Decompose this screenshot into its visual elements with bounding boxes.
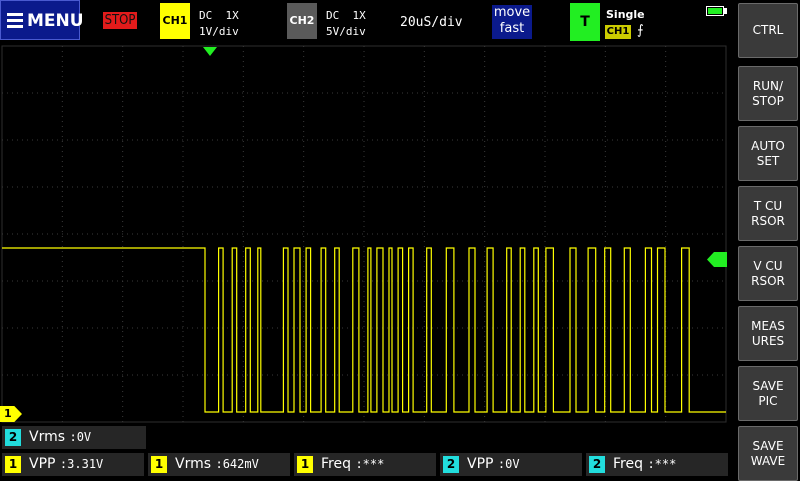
measurement-ch2-freq[interactable]: 2 Freq :*** [586,453,728,476]
save-pic-button[interactable]: SAVE PIC [738,366,798,421]
measurement-value: :0V [497,457,520,471]
menu-button[interactable]: MENU [0,0,84,40]
ch2-scale: 5V/div [326,25,366,38]
volt-cursor-button[interactable]: V CU RSOR [738,246,798,301]
measurement-name: VPP [467,456,494,472]
trigger-badge[interactable]: T [570,3,600,41]
trigger-position-marker[interactable] [203,47,217,56]
ch2-coupling: DC 1X [326,9,366,22]
ctrl-button[interactable]: CTRL [738,3,798,58]
trigger-mode: Single [606,8,645,21]
ch2-badge[interactable]: CH2 [287,3,317,39]
measures-button[interactable]: MEAS URES [738,306,798,361]
battery-icon [706,6,724,16]
measurement-name: Freq [321,456,351,472]
channel-badge: 1 [5,456,21,473]
ch1-badge[interactable]: CH1 [160,3,190,39]
channel-badge: 1 [151,456,167,473]
measurement-value: :*** [647,457,677,471]
time-cursor-button[interactable]: T CU RSOR [738,186,798,241]
auto-set-button[interactable]: AUTO SET [738,126,798,181]
measurement-ch2-vpp[interactable]: 2 VPP :0V [440,453,582,476]
ch1-scale: 1V/div [199,25,239,38]
run-state-badge: STOP [103,12,137,29]
rising-edge-icon: ⨍ [637,23,644,38]
run-stop-button[interactable]: RUN/ STOP [738,66,798,121]
measurement-name: Vrms [29,429,66,445]
measurement-name: Vrms [175,456,212,472]
trigger-source: CH1 [605,25,631,39]
battery-tip [724,8,727,14]
channel-badge: 2 [443,456,459,473]
move-mode-button[interactable]: move fast [492,5,532,39]
move-mode-line2: fast [499,21,525,36]
waveform-display[interactable] [0,44,730,424]
channel-badge: 1 [297,456,313,473]
measurement-ch1-vrms[interactable]: 1 Vrms :642mV [148,453,290,476]
timebase-readout[interactable]: 20uS/div [400,15,463,30]
ch2-settings: DC 1X 5V/div [326,8,366,40]
channel-badge: 2 [589,456,605,473]
measurement-value: :0V [69,430,92,444]
measurement-ch2-vrms[interactable]: 2 Vrms :0V [2,426,146,449]
measurement-name: Freq [613,456,643,472]
channel-badge: 2 [5,429,21,446]
measurement-value: :642mV [215,457,259,471]
measurement-ch1-freq[interactable]: 1 Freq :*** [294,453,436,476]
save-wave-button[interactable]: SAVE WAVE [738,426,798,481]
menu-label: MENU [27,11,84,31]
measurement-value: :3.31V [59,457,104,471]
ch1-coupling: DC 1X [199,9,239,22]
measurement-name: VPP [29,456,56,472]
measurement-ch1-vpp[interactable]: 1 VPP :3.31V [2,453,144,476]
ch1-settings: DC 1X 1V/div [199,8,239,40]
measurement-value: :*** [355,457,385,471]
move-mode-line1: move [493,5,531,20]
